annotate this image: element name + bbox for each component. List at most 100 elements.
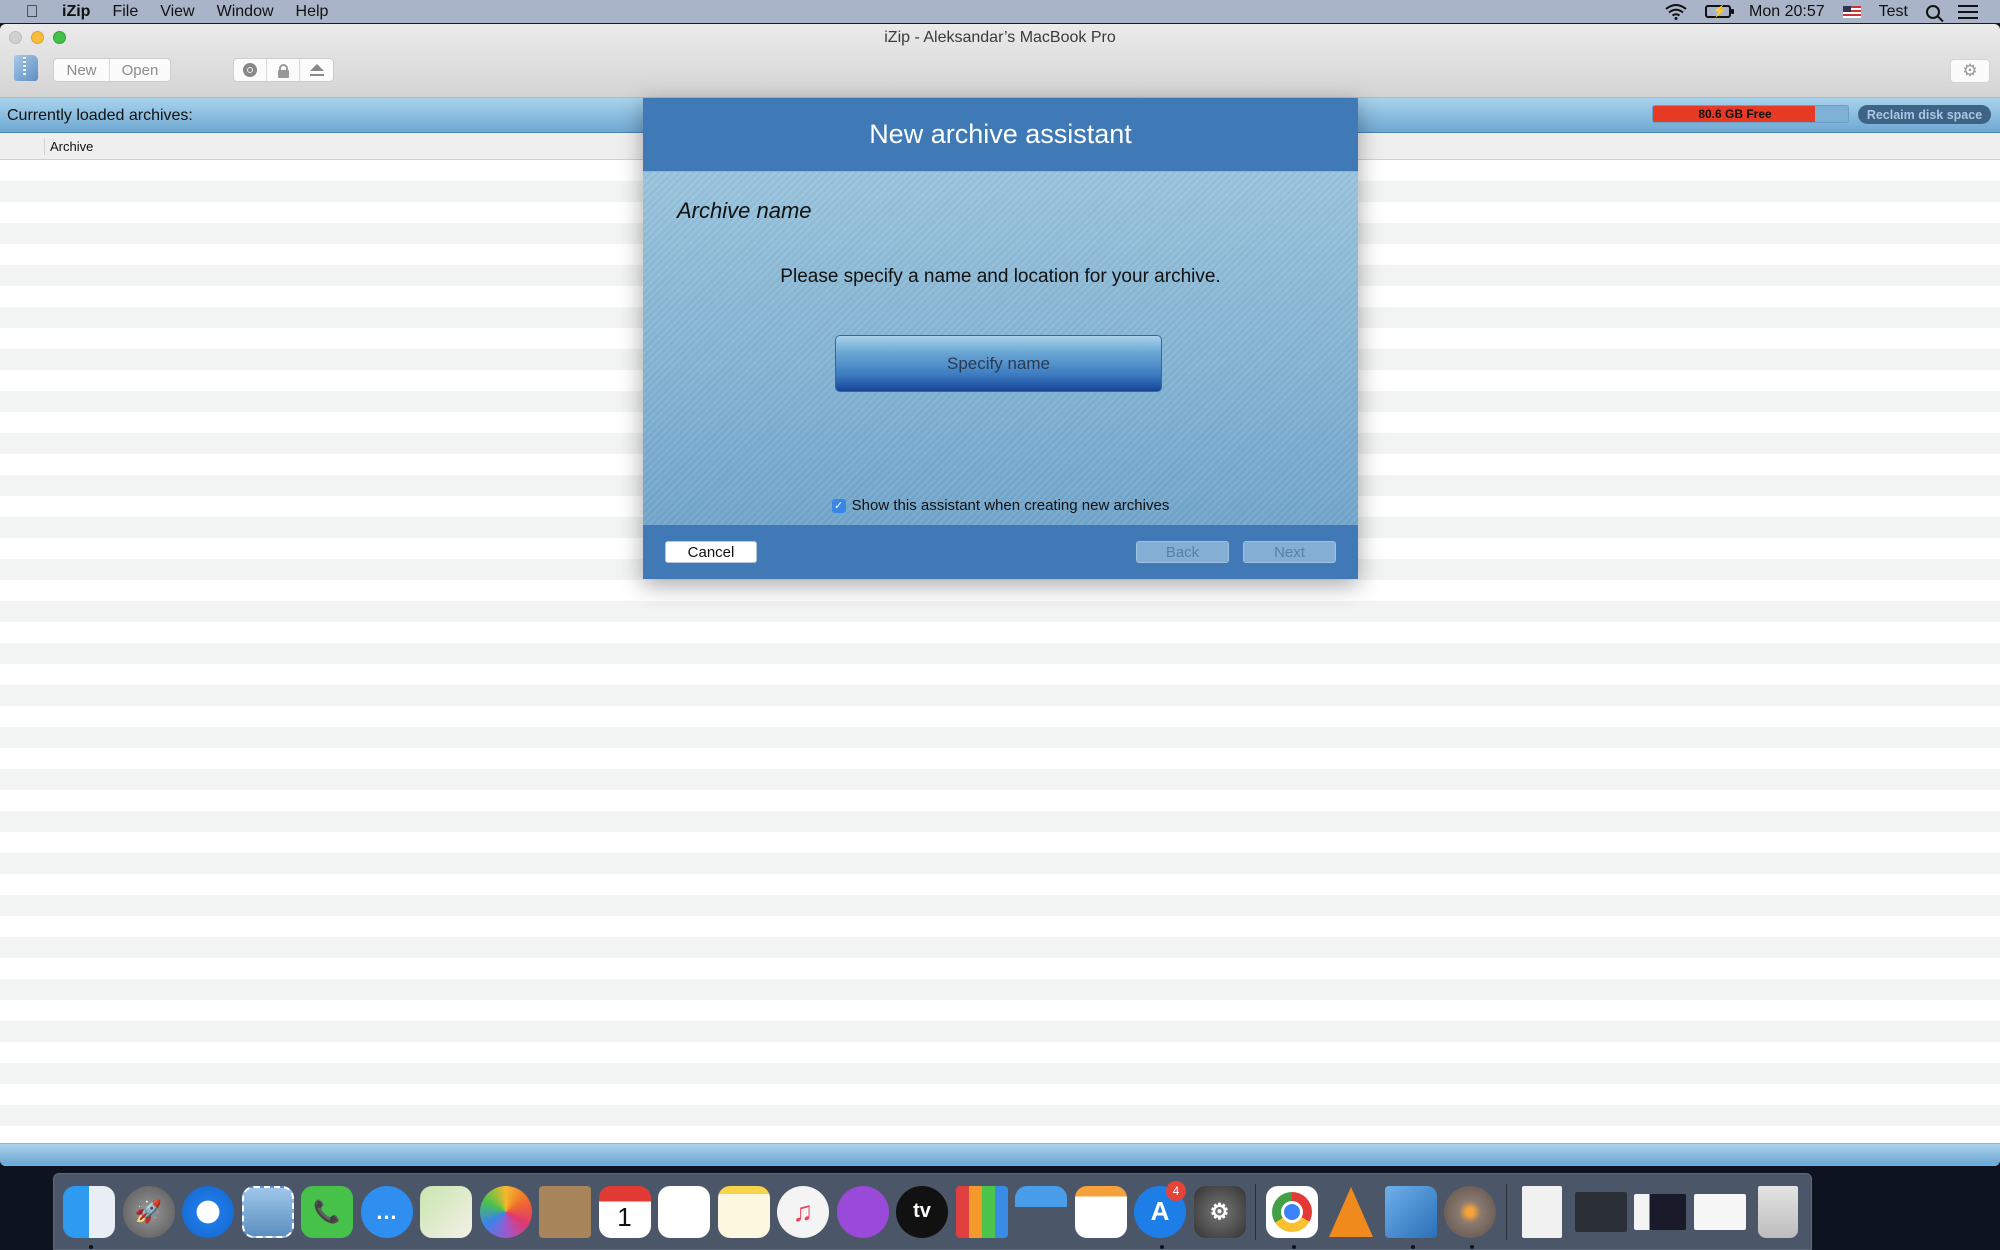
dock-app-store[interactable]: A4 <box>1134 1180 1186 1249</box>
specify-name-button[interactable]: Specify name <box>835 335 1162 392</box>
dock-izip[interactable] <box>1384 1184 1437 1249</box>
user-name[interactable]: Test <box>1879 3 1908 21</box>
dock-numbers[interactable] <box>955 1184 1008 1240</box>
new-button[interactable]: New <box>54 59 110 81</box>
dock-calendar[interactable]: 1 <box>598 1184 651 1240</box>
apple-tv-icon: tv <box>896 1185 948 1238</box>
maps-icon <box>420 1185 472 1238</box>
dock-tv[interactable]: tv <box>896 1184 948 1240</box>
show-assistant-label[interactable]: Show this assistant when creating new ar… <box>852 497 1170 514</box>
dock-messages[interactable]: … <box>360 1184 413 1240</box>
disk-free-label: 80.6 GB Free <box>1698 107 1772 121</box>
step-message: Please specify a name and location for y… <box>780 266 1221 287</box>
izip-app-icon <box>14 55 38 81</box>
running-indicator <box>1470 1244 1475 1249</box>
dialog-header: New archive assistant <box>643 98 1358 172</box>
lock-icon <box>277 63 289 78</box>
spotlight-search-icon[interactable] <box>1926 4 1940 19</box>
dock-photos[interactable] <box>479 1184 532 1240</box>
dock-launchpad[interactable]: 🚀 <box>122 1184 175 1240</box>
clock[interactable]: Mon 20:57 <box>1749 3 1825 21</box>
new-archive-assistant-dialog: New archive assistant Archive name Pleas… <box>643 98 1358 579</box>
dock-facetime[interactable]: 📞 <box>301 1184 353 1240</box>
running-indicator <box>1410 1244 1415 1249</box>
chrome-icon <box>1265 1185 1318 1238</box>
dock-music[interactable]: ♫ <box>777 1184 829 1240</box>
dock-system-preferences[interactable]: ⚙ <box>1193 1184 1246 1240</box>
dock-separator <box>1255 1183 1256 1240</box>
column-header-archive[interactable]: Archive <box>50 139 93 154</box>
open-button[interactable]: Open <box>110 59 170 81</box>
calendar-day: 1 <box>617 1202 632 1232</box>
currently-loaded-label: Currently loaded archives: <box>7 107 193 124</box>
apple-menu-icon[interactable]:  <box>22 2 42 22</box>
eject-button[interactable] <box>300 59 333 81</box>
pages-icon <box>1074 1185 1127 1238</box>
eject-icon <box>309 64 324 76</box>
dock-window-chrome[interactable] <box>1574 1184 1627 1240</box>
running-indicator <box>1291 1244 1296 1249</box>
tools-segment <box>233 58 334 82</box>
dock-podcasts[interactable] <box>836 1184 889 1240</box>
us-flag-input-icon[interactable] <box>1842 5 1861 18</box>
menu-window[interactable]: Window <box>217 3 274 21</box>
dock: 🚀 📞 … 1 ♫ tv A4 ⚙ <box>53 1173 1812 1250</box>
wifi-icon[interactable] <box>1665 3 1687 20</box>
settings-button[interactable]: ⚙ <box>1950 59 1990 83</box>
dock-finder[interactable] <box>63 1184 115 1249</box>
battery-charging-icon[interactable]: ⚡ <box>1705 4 1735 18</box>
notes-icon <box>717 1185 770 1238</box>
izip-zipper-folder-icon <box>1384 1185 1437 1238</box>
chrome-window-thumbnail <box>1574 1191 1627 1232</box>
column-divider[interactable] <box>44 138 45 155</box>
dock-mail[interactable] <box>241 1184 294 1240</box>
podcasts-icon <box>836 1185 889 1238</box>
launchpad-rocket-icon: 🚀 <box>122 1185 175 1238</box>
reminders-list-icon <box>658 1185 710 1238</box>
photos-flower-icon <box>479 1185 532 1238</box>
finder-icon <box>63 1185 115 1238</box>
dock-disk-app[interactable] <box>1444 1184 1497 1249</box>
dock-window-app-store[interactable] <box>1634 1184 1687 1240</box>
menu-bar:  iZip File View Window Help ⚡ Mon 20:57… <box>0 0 2000 24</box>
show-assistant-checkbox[interactable]: ✓ <box>831 498 846 513</box>
window-title: iZip - Aleksandar’s MacBook Pro <box>884 29 1116 46</box>
menu-app-izip[interactable]: iZip <box>62 3 90 21</box>
search-button[interactable] <box>234 59 267 81</box>
dock-maps[interactable] <box>420 1184 472 1240</box>
mail-stamp-icon <box>241 1185 294 1238</box>
menu-view[interactable]: View <box>160 3 194 21</box>
keynote-podium-icon <box>1015 1185 1067 1238</box>
music-note-icon: ♫ <box>777 1185 829 1238</box>
contacts-book-icon <box>539 1185 591 1238</box>
running-indicator <box>89 1244 93 1249</box>
dock-chrome[interactable] <box>1265 1184 1318 1249</box>
dock-pages[interactable] <box>1074 1184 1127 1240</box>
reclaim-disk-space-button[interactable]: Reclaim disk space <box>1858 105 1991 124</box>
dock-window-finder[interactable] <box>1693 1184 1746 1240</box>
dock-contacts[interactable] <box>539 1184 591 1240</box>
shell-app-icon <box>1444 1185 1497 1238</box>
dock-notes[interactable] <box>717 1184 770 1240</box>
menu-file[interactable]: File <box>112 3 138 21</box>
system-preferences-gear-icon: ⚙ <box>1193 1185 1246 1238</box>
cancel-button[interactable]: Cancel <box>665 541 757 563</box>
safari-compass-icon <box>182 1185 234 1238</box>
dock-vlc[interactable] <box>1325 1184 1377 1240</box>
menu-help[interactable]: Help <box>296 3 329 21</box>
step-title: Archive name <box>677 198 812 223</box>
finder-window-thumbnail <box>1693 1193 1746 1230</box>
dock-keynote[interactable] <box>1015 1184 1067 1240</box>
dock-safari[interactable] <box>182 1184 234 1240</box>
lock-button[interactable] <box>267 59 300 81</box>
app-store-window-thumbnail <box>1634 1193 1687 1230</box>
window-bottom-bar <box>0 1143 2000 1166</box>
notification-center-icon[interactable] <box>1958 4 1978 19</box>
next-button[interactable]: Next <box>1243 541 1336 563</box>
running-indicator <box>1160 1244 1164 1249</box>
dock-stack-disk-image[interactable] <box>1517 1184 1567 1240</box>
dock-trash[interactable] <box>1753 1184 1803 1240</box>
disk-space-meter: 80.6 GB Free <box>1652 105 1849 123</box>
back-button[interactable]: Back <box>1136 541 1229 563</box>
dock-reminders[interactable] <box>658 1184 710 1240</box>
